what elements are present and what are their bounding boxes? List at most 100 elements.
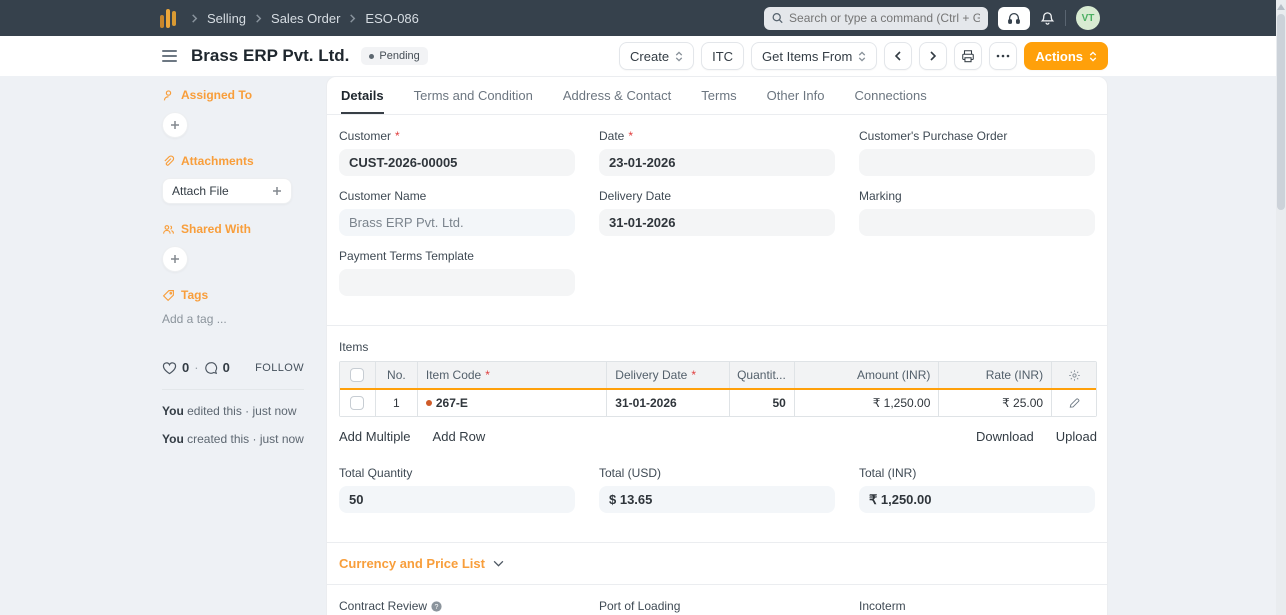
- add-row-button[interactable]: Add Row: [433, 429, 486, 444]
- required-marker: *: [628, 129, 634, 143]
- activity-entry: You edited this · just now: [162, 404, 306, 418]
- tab-terms[interactable]: Terms: [701, 77, 736, 114]
- tab-address-contact[interactable]: Address & Contact: [563, 77, 671, 114]
- add-assignment-button[interactable]: [162, 112, 188, 138]
- tag-icon: [162, 289, 174, 301]
- plus-icon: [171, 255, 179, 263]
- printer-icon: [962, 50, 975, 63]
- app-logo[interactable]: [160, 8, 176, 28]
- tab-terms-and-condition[interactable]: Terms and Condition: [414, 77, 533, 114]
- page-title: Brass ERP Pvt. Ltd.: [191, 46, 350, 65]
- item-delivery-date-value[interactable]: 31-01-2026: [607, 390, 730, 416]
- date-input[interactable]: 23-01-2026: [599, 149, 835, 176]
- form-sidebar: Assigned To Attachments Attach File Shar…: [160, 76, 326, 615]
- plus-icon: [273, 187, 281, 195]
- column-no: No.: [376, 362, 418, 388]
- add-share-button[interactable]: [162, 246, 188, 272]
- attach-file-button[interactable]: Attach File: [162, 178, 292, 204]
- item-row[interactable]: 1 267-E 31-01-2026 50 ₹ 1,250.00 ₹ 25.00: [340, 388, 1096, 416]
- column-delivery-date: Delivery Date: [615, 368, 688, 382]
- heart-icon[interactable]: [162, 361, 177, 375]
- total-inr-label: Total (INR): [859, 466, 917, 480]
- items-section: Items No. Item Code * Delivery Date * Qu…: [327, 326, 1107, 543]
- breadcrumb-selling[interactable]: Selling: [207, 11, 246, 26]
- column-item-code: Item Code: [425, 368, 482, 382]
- item-quantity-value[interactable]: 50: [730, 390, 795, 416]
- sidebar-toggle-icon[interactable]: [160, 48, 179, 64]
- create-button[interactable]: Create: [619, 42, 695, 70]
- customer-name-input: Brass ERP Pvt. Ltd.: [339, 209, 575, 236]
- top-navbar: Selling Sales Order ESO-086 VT: [0, 0, 1286, 36]
- shared-with-label: Shared With: [181, 222, 251, 236]
- upload-button[interactable]: Upload: [1056, 429, 1097, 444]
- item-rate-value[interactable]: ₹ 25.00: [939, 390, 1053, 416]
- print-button[interactable]: [954, 42, 983, 70]
- follow-button[interactable]: FOLLOW: [255, 362, 304, 374]
- column-amount: Amount (INR): [795, 362, 940, 388]
- required-marker: *: [395, 129, 400, 143]
- add-tag-input[interactable]: Add a tag ...: [162, 312, 306, 326]
- get-items-from-button[interactable]: Get Items From: [751, 42, 878, 70]
- dot-separator: ·: [194, 360, 199, 375]
- comment-icon[interactable]: [204, 361, 218, 375]
- tab-connections[interactable]: Connections: [854, 77, 926, 114]
- items-table-actions: Add Multiple Add Row Download Upload: [339, 429, 1097, 444]
- assigned-to-section[interactable]: Assigned To: [162, 88, 306, 102]
- notifications-bell-icon[interactable]: [1040, 11, 1055, 26]
- help-circle-icon[interactable]: ?: [431, 600, 442, 612]
- search-input[interactable]: [789, 11, 980, 25]
- chevron-right-icon: [350, 13, 356, 23]
- search-icon: [772, 13, 783, 24]
- page-header: Brass ERP Pvt. Ltd. Pending Create ITC G…: [0, 36, 1286, 76]
- tab-other-info[interactable]: Other Info: [767, 77, 825, 114]
- users-icon: [163, 224, 174, 234]
- shared-with-section[interactable]: Shared With: [162, 222, 306, 236]
- form-card: Details Terms and Condition Address & Co…: [326, 76, 1108, 615]
- itc-button[interactable]: ITC: [701, 42, 745, 70]
- navbar-divider: [1065, 10, 1066, 26]
- marking-input[interactable]: [859, 209, 1095, 236]
- item-amount-value[interactable]: ₹ 1,250.00: [795, 390, 940, 416]
- page-scrollbar[interactable]: [1276, 0, 1286, 615]
- total-quantity-value: 50: [339, 486, 575, 513]
- comment-count[interactable]: 0: [223, 360, 230, 375]
- payment-terms-template-input[interactable]: [339, 269, 575, 296]
- attachments-section[interactable]: Attachments: [162, 154, 306, 168]
- chevron-right-icon: [930, 51, 937, 61]
- items-table-header: No. Item Code * Delivery Date * Quantit.…: [340, 362, 1096, 388]
- add-multiple-button[interactable]: Add Multiple: [339, 429, 411, 444]
- breadcrumb-sales-order[interactable]: Sales Order: [271, 11, 340, 26]
- delivery-date-input[interactable]: 31-01-2026: [599, 209, 835, 236]
- scroll-up-arrow-icon[interactable]: [1277, 4, 1285, 10]
- select-all-checkbox[interactable]: [350, 368, 365, 382]
- paperclip-icon: [164, 154, 175, 166]
- customer-purchase-order-input[interactable]: [859, 149, 1095, 176]
- help-button[interactable]: [998, 6, 1030, 30]
- menu-ellipsis-button[interactable]: [989, 42, 1018, 70]
- actions-button[interactable]: Actions: [1024, 42, 1108, 70]
- previous-document-button[interactable]: [884, 42, 913, 70]
- scrollbar-thumb[interactable]: [1277, 14, 1285, 210]
- edit-row-pencil-icon[interactable]: [1068, 397, 1080, 409]
- item-code-value: 267-E: [435, 396, 468, 410]
- attachments-label: Attachments: [181, 154, 254, 168]
- status-badge-label: Pending: [379, 50, 420, 62]
- table-settings-gear-icon[interactable]: [1068, 369, 1081, 382]
- breadcrumb-document-id[interactable]: ESO-086: [365, 11, 418, 26]
- incoterm-label: Incoterm: [859, 599, 906, 613]
- ellipsis-icon: [997, 54, 1010, 58]
- like-count[interactable]: 0: [182, 360, 189, 375]
- chevron-right-icon: [256, 13, 262, 23]
- details-section: Customer * CUST-2026-00005 Customer Name…: [327, 115, 1107, 326]
- download-button[interactable]: Download: [976, 429, 1034, 444]
- customer-input[interactable]: CUST-2026-00005: [339, 149, 575, 176]
- tags-section[interactable]: Tags: [162, 288, 306, 302]
- next-document-button[interactable]: [919, 42, 948, 70]
- contract-review-label: Contract Review: [339, 599, 428, 613]
- column-rate: Rate (INR): [939, 362, 1053, 388]
- tab-details[interactable]: Details: [341, 77, 384, 114]
- global-search[interactable]: [764, 6, 988, 30]
- row-checkbox[interactable]: [350, 396, 365, 410]
- user-avatar[interactable]: VT: [1076, 6, 1100, 30]
- currency-price-list-section-toggle[interactable]: Currency and Price List: [327, 543, 1107, 585]
